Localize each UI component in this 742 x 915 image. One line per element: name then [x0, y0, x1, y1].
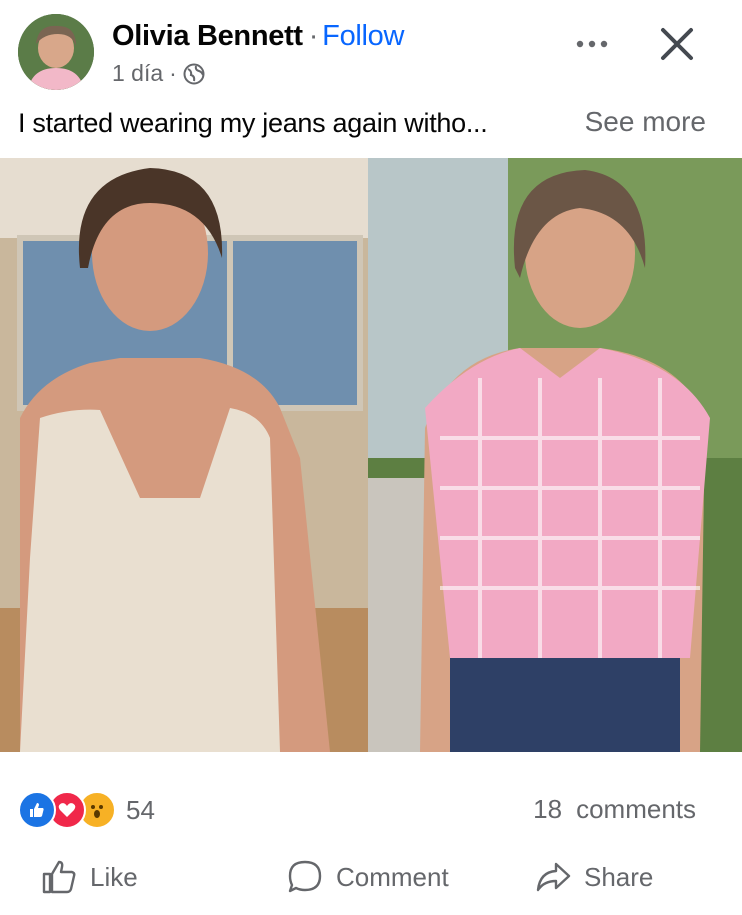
post-caption: I started wearing my jeans again witho..… [18, 108, 488, 138]
see-more-link[interactable]: See more [585, 106, 706, 138]
comment-bubble-icon [288, 860, 322, 893]
author-name[interactable]: Olivia Bennett [112, 20, 303, 52]
comment-count: 18 [533, 794, 563, 824]
more-dots-icon[interactable] [574, 30, 610, 58]
author-avatar[interactable] [18, 14, 94, 90]
follow-button[interactable]: Follow [322, 20, 404, 52]
separator: · [308, 20, 319, 52]
close-icon[interactable] [655, 22, 699, 66]
meta-separator: · [169, 60, 177, 86]
share-arrow-icon [536, 862, 571, 892]
like-label: Like [90, 861, 138, 892]
post-photo[interactable] [0, 158, 742, 752]
comments-summary[interactable]: 18 comments [533, 794, 696, 825]
post-meta: 1 día · [112, 60, 205, 87]
reactions-summary[interactable]: 54 [18, 790, 155, 830]
comment-count-label: comments [576, 794, 696, 824]
post-header: Olivia Bennett · Follow 1 día · I started … [0, 0, 742, 138]
globe-icon [183, 63, 205, 84]
comment-label: Comment [336, 861, 449, 892]
like-reaction-icon [18, 791, 56, 829]
share-label: Share [584, 861, 654, 892]
thumbs-up-icon [42, 860, 76, 894]
post-time[interactable]: 1 día [112, 60, 163, 87]
share-button[interactable]: Share [534, 858, 653, 896]
like-button[interactable]: Like [40, 858, 138, 896]
reaction-count: 54 [126, 794, 155, 825]
after-photo [368, 158, 742, 752]
post-actions: Like Comment Share [0, 848, 742, 908]
before-photo [0, 158, 368, 752]
comment-button[interactable]: Comment [286, 858, 449, 896]
author-line: Olivia Bennett · Follow [112, 20, 404, 53]
